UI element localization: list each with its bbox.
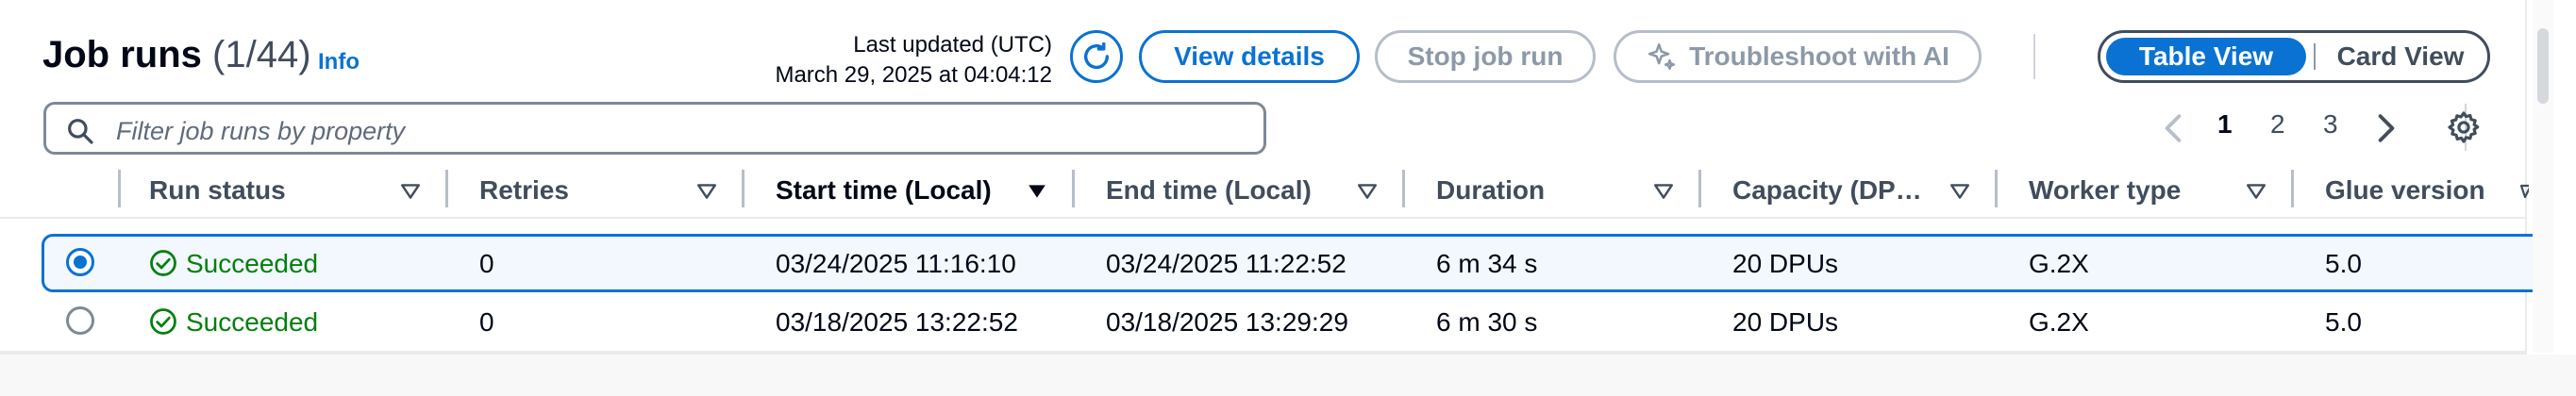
gear-icon[interactable] <box>2446 109 2482 145</box>
column-divider[interactable] <box>742 170 744 207</box>
col-retries[interactable]: Retries <box>479 175 569 206</box>
retries-cell: 0 <box>479 249 494 278</box>
col-end-time[interactable]: End time (Local) <box>1106 175 1312 206</box>
view-toggle: Table View Card View <box>2098 30 2490 83</box>
title-text: Job runs <box>42 34 202 75</box>
toolbar-divider <box>2033 34 2035 79</box>
row-separator <box>0 351 2525 353</box>
card-view-option[interactable]: Card View <box>2319 38 2482 75</box>
last-updated-label: Last updated (UTC) <box>853 32 1052 58</box>
vertical-scrollbar[interactable] <box>2533 0 2553 353</box>
sort-icon[interactable] <box>400 181 421 202</box>
duration-cell: 6 m 34 s <box>1436 249 1538 278</box>
page-3[interactable]: 3 <box>2323 109 2338 140</box>
troubleshoot-ai-button[interactable]: Troubleshoot with AI <box>1614 30 1982 83</box>
capacity-cell: 20 DPUs <box>1732 307 1839 337</box>
column-divider <box>118 170 121 207</box>
page-1[interactable]: 1 <box>2217 109 2233 140</box>
table-view-option[interactable]: Table View <box>2106 38 2306 75</box>
refresh-icon <box>1083 41 1110 70</box>
start-time-cell: 03/24/2025 11:16:10 <box>776 249 1016 278</box>
column-divider[interactable] <box>445 170 448 207</box>
col-start-time[interactable]: Start time (Local) <box>776 175 992 206</box>
col-capacity[interactable]: Capacity (DP… <box>1732 175 1922 206</box>
col-worker-type[interactable]: Worker type <box>2029 175 2181 206</box>
filter-box <box>43 102 1266 155</box>
row-radio[interactable] <box>66 248 94 276</box>
sort-icon[interactable] <box>1357 181 1378 202</box>
run-status: Succeeded <box>186 307 319 337</box>
column-divider[interactable] <box>1072 170 1075 207</box>
sort-icon[interactable] <box>1949 181 1970 202</box>
page-title: Job runs (1/44) <box>42 34 311 76</box>
sparkle-icon <box>1648 42 1676 71</box>
last-updated: Last updated (UTC) March 29, 2025 at 04:… <box>775 30 1052 91</box>
bottom-strip <box>0 355 2576 396</box>
start-time-cell: 03/18/2025 13:22:52 <box>776 307 1018 337</box>
sort-icon[interactable] <box>2519 181 2529 202</box>
sort-descending-icon[interactable] <box>1027 181 1047 202</box>
troubleshoot-label: Troubleshoot with AI <box>1689 41 1949 71</box>
glue-version-cell: 5.0 <box>2325 307 2362 337</box>
end-time-cell: 03/18/2025 13:29:29 <box>1106 307 1348 337</box>
stop-job-run-button[interactable]: Stop job run <box>1375 30 1596 83</box>
search-icon <box>68 119 93 144</box>
column-divider[interactable] <box>2291 170 2294 207</box>
run-status: Succeeded <box>186 249 319 278</box>
last-updated-value: March 29, 2025 at 04:04:12 <box>775 62 1052 88</box>
column-divider[interactable] <box>1995 170 1998 207</box>
success-icon <box>150 250 176 276</box>
column-divider[interactable] <box>1698 170 1701 207</box>
worker-type-cell: G.2X <box>2029 249 2089 278</box>
next-page-icon[interactable] <box>2376 113 2397 143</box>
column-divider[interactable] <box>1402 170 1405 207</box>
worker-type-cell: G.2X <box>2029 307 2089 337</box>
duration-cell: 6 m 30 s <box>1436 307 1538 337</box>
capacity-cell: 20 DPUs <box>1732 249 1839 278</box>
view-details-button[interactable]: View details <box>1139 30 1360 83</box>
sort-icon[interactable] <box>696 181 717 202</box>
scrollbar-thumb[interactable] <box>2537 28 2549 104</box>
retries-cell: 0 <box>479 307 494 337</box>
view-toggle-separator <box>2314 43 2316 70</box>
col-glue-version[interactable]: Glue version <box>2325 175 2485 206</box>
refresh-button[interactable] <box>1070 30 1123 83</box>
header-separator <box>0 217 2525 219</box>
end-time-cell: 03/24/2025 11:22:52 <box>1106 249 1347 278</box>
glue-version-cell: 5.0 <box>2325 249 2362 278</box>
col-run-status[interactable]: Run status <box>149 175 286 206</box>
col-duration[interactable]: Duration <box>1436 175 1545 206</box>
success-icon <box>150 308 176 335</box>
info-link[interactable]: Info <box>318 49 360 75</box>
page-2[interactable]: 2 <box>2270 109 2285 140</box>
prev-page-icon[interactable] <box>2163 113 2183 143</box>
row-radio[interactable] <box>66 306 94 335</box>
sort-icon[interactable] <box>2246 181 2267 202</box>
sort-icon[interactable] <box>1653 181 1674 202</box>
selection-count: (1/44) <box>212 34 311 75</box>
filter-input[interactable] <box>114 113 1250 149</box>
